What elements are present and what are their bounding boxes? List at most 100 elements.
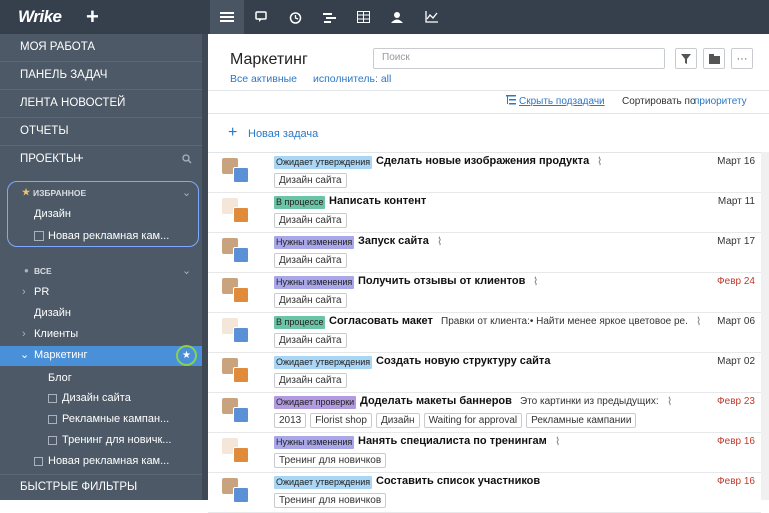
expand-icon[interactable]: › [22, 286, 26, 298]
task-title[interactable]: Нанять специалиста по тренингам [358, 435, 547, 447]
attachment-icon: ⌇ [597, 156, 603, 168]
avatar[interactable] [233, 247, 249, 263]
folder-design[interactable]: Дизайн [34, 307, 71, 319]
task-title[interactable]: Доделать макеты баннеров [360, 395, 512, 407]
more-icon[interactable]: ··· [731, 48, 753, 69]
folder-tag[interactable]: Florist shop [310, 413, 372, 428]
avatar[interactable] [233, 207, 249, 223]
project-item[interactable]: Новая рекламная кам... [48, 455, 169, 467]
folder-tag[interactable]: Дизайн сайта [274, 253, 347, 268]
task-row[interactable]: Ожидает проверки Доделать макеты баннеров… [208, 393, 761, 433]
task-title[interactable]: Создать новую структуру сайта [376, 355, 550, 367]
task-row[interactable]: В процессе Согласовать макет Правки от кли… [208, 313, 761, 353]
hide-subtasks-link[interactable]: Скрыть подзадачи [519, 96, 605, 107]
folder-tag[interactable]: 2013 [274, 413, 307, 428]
task-title[interactable]: Получить отзывы от клиентов [358, 275, 525, 287]
folder-info-icon[interactable] [703, 48, 725, 69]
folder-blog[interactable]: Блог [48, 372, 72, 384]
nav-quick-filters[interactable]: БЫСТРЫЕ ФИЛЬТРЫ [20, 481, 137, 493]
avatar[interactable] [233, 447, 249, 463]
expand-icon[interactable]: › [22, 328, 26, 340]
user-view-icon[interactable] [380, 0, 414, 34]
project-item[interactable]: Тренинг для новичк... [62, 434, 171, 446]
folder-tag[interactable]: Дизайн сайта [274, 333, 347, 348]
task-title[interactable]: Согласовать макет [329, 315, 433, 327]
status-badge[interactable]: Ожидает проверки [274, 396, 357, 409]
task-row[interactable]: Ожидает утверждения Создать новую структу… [208, 353, 761, 393]
task-row[interactable]: Ожидает утверждения Сделать новые изображ… [208, 153, 761, 193]
avatar[interactable] [233, 367, 249, 383]
avatar[interactable] [233, 167, 249, 183]
all-header[interactable]: ВСЕ [34, 266, 52, 276]
project-item[interactable]: Рекламные кампан... [62, 413, 169, 425]
collapse-icon[interactable]: ⌄ [20, 348, 29, 361]
folder-tag[interactable]: Рекламные кампании [526, 413, 637, 428]
nav-task-panel[interactable]: ПАНЕЛЬ ЗАДАЧ [20, 69, 107, 81]
gantt-view-icon[interactable] [312, 0, 346, 34]
task-row[interactable]: Нужны изменения Запуск сайта ⌇ Март 17 Дизай… [208, 233, 761, 273]
favorite-star-icon[interactable]: ★ [176, 345, 197, 366]
status-badge[interactable]: Ожидает утверждения [274, 356, 373, 369]
folder-pr[interactable]: PR [34, 286, 49, 298]
task-list-scrollbar[interactable] [761, 152, 769, 500]
status-badge[interactable]: Нужны изменения [274, 236, 355, 249]
timeline-view-icon[interactable] [278, 0, 312, 34]
avatar[interactable] [233, 327, 249, 343]
favorite-item[interactable]: Новая рекламная кам... [48, 230, 169, 242]
status-badge[interactable]: В процессе [274, 316, 326, 329]
status-badge[interactable]: Ожидает утверждения [274, 476, 373, 489]
avatar[interactable] [233, 487, 249, 503]
add-task-icon[interactable]: + [228, 124, 237, 142]
task-row[interactable]: Нужны изменения Нанять специалиста по тре… [208, 433, 761, 473]
folder-tag[interactable]: Дизайн сайта [274, 293, 347, 308]
folder-tag[interactable]: Дизайн [375, 413, 420, 428]
folder-tag[interactable]: Дизайн сайта [274, 213, 347, 228]
table-view-icon[interactable] [346, 0, 380, 34]
avatar[interactable] [233, 407, 249, 423]
status-badge[interactable]: Ожидает утверждения [274, 156, 373, 169]
status-badge[interactable]: В процессе [274, 196, 326, 209]
project-item[interactable]: Дизайн сайта [62, 392, 131, 404]
filter-all-active[interactable]: Все активные [230, 73, 297, 85]
folder-tag[interactable]: Waiting for approval [423, 413, 523, 428]
stream-view-icon[interactable] [244, 0, 278, 34]
task-title[interactable]: Сделать новые изображения продукта [376, 155, 589, 167]
list-view-icon[interactable] [210, 0, 244, 34]
folder-marketing[interactable]: Маркетинг [34, 349, 87, 361]
task-title[interactable]: Составить список участников [376, 475, 540, 487]
filter-assignee[interactable]: исполнитель: all [313, 73, 391, 85]
nav-my-work[interactable]: МОЯ РАБОТА [20, 41, 95, 53]
favorite-item[interactable]: Дизайн [34, 208, 71, 220]
selected-folder-row[interactable] [0, 346, 202, 366]
avatar[interactable] [233, 287, 249, 303]
favorites-header[interactable]: ИЗБРАННОЕ [33, 188, 86, 198]
folder-clients[interactable]: Клиенты [34, 328, 78, 340]
filter-icon[interactable] [675, 48, 697, 69]
task-row[interactable]: Нужны изменения Получить отзывы от клиент… [208, 273, 761, 313]
search-projects-icon[interactable] [182, 154, 192, 167]
collapse-all-icon[interactable]: ⌄ [182, 264, 191, 277]
folder-icon [34, 231, 44, 241]
folder-tag[interactable]: Тренинг для новичков [274, 453, 387, 468]
status-badge[interactable]: Нужны изменения [274, 276, 355, 289]
folder-tag[interactable]: Тренинг для новичков [274, 493, 387, 508]
add-button[interactable]: + [86, 4, 99, 30]
nav-projects[interactable]: ПРОЕКТЫ [20, 153, 76, 165]
nav-reports[interactable]: ОТЧЕТЫ [20, 125, 69, 137]
collapse-favorites-icon[interactable]: ⌄ [182, 186, 191, 199]
folder-tag[interactable]: Дизайн сайта [274, 373, 347, 388]
folder-tag[interactable]: Дизайн сайта [274, 173, 347, 188]
status-badge[interactable]: Нужны изменения [274, 436, 355, 449]
attachment-icon: ⌇ [437, 236, 443, 248]
add-project-icon[interactable]: + [75, 150, 84, 167]
new-task-button[interactable]: Новая задача [248, 128, 318, 140]
nav-news[interactable]: ЛЕНТА НОВОСТЕЙ [20, 97, 125, 109]
task-title[interactable]: Запуск сайта [358, 235, 429, 247]
task-row[interactable]: Ожидает утверждения Составить список учас… [208, 473, 761, 513]
analytics-view-icon[interactable] [414, 0, 448, 34]
sort-value[interactable]: приоритету [694, 96, 747, 107]
task-title[interactable]: Написать контент [329, 195, 426, 207]
wrike-logo[interactable]: Wrike [18, 7, 62, 27]
task-row[interactable]: В процессе Написать контент Март 11 Дизайн … [208, 193, 761, 233]
search-input[interactable]: Поиск [373, 48, 665, 69]
